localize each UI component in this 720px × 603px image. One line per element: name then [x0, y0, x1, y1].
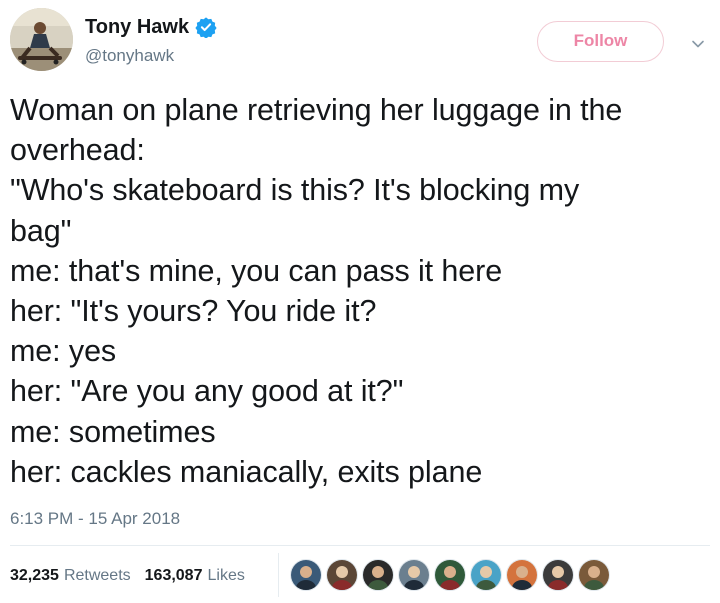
likes-count: 163,087	[144, 567, 203, 584]
likes-stat[interactable]: 163,087 Likes	[145, 567, 245, 585]
liker-avatar-icon	[543, 560, 573, 590]
tweet-line: overhead:	[10, 133, 145, 168]
tweet-line: her: "Are you any good at it?"	[10, 374, 404, 409]
likes-label: Likes	[207, 567, 245, 584]
tweet-line: me: sometimes	[10, 414, 216, 449]
display-name[interactable]: Tony Hawk	[85, 15, 189, 39]
liker-avatar[interactable]	[434, 559, 466, 591]
name-row: Tony Hawk	[85, 15, 217, 39]
tweet-text: Woman on plane retrieving her luggage in…	[10, 90, 710, 492]
tweet-line: me: yes	[10, 334, 117, 369]
retweets-count: 32,235	[10, 567, 59, 584]
tweet-stats: 32,235 Retweets 163,087 Likes	[10, 565, 259, 587]
liker-avatar-icon	[327, 560, 357, 590]
liker-avatar-icon	[399, 560, 429, 590]
tweet-card: Tony Hawk @tonyhawk Follow Woman on plan…	[0, 0, 720, 603]
tweet-line: Woman on plane retrieving her luggage in…	[10, 93, 623, 127]
liker-avatar[interactable]	[470, 559, 502, 591]
liker-avatar-icon	[579, 560, 609, 590]
liker-avatars	[290, 559, 610, 591]
chevron-down-icon[interactable]	[690, 36, 706, 52]
liker-avatar[interactable]	[506, 559, 538, 591]
follow-button[interactable]: Follow	[537, 21, 664, 62]
retweets-stat[interactable]: 32,235 Retweets	[10, 567, 131, 585]
liker-avatar[interactable]	[290, 559, 322, 591]
liker-avatar-icon	[291, 560, 321, 590]
divider	[10, 545, 710, 546]
liker-avatar[interactable]	[362, 559, 394, 591]
liker-avatar-icon	[507, 560, 537, 590]
liker-avatar-icon	[471, 560, 501, 590]
tweet-line: "Who's skateboard is this? It's blocking…	[10, 173, 580, 208]
tweet-line: bag"	[10, 213, 72, 248]
retweets-label: Retweets	[63, 567, 131, 584]
liker-avatar[interactable]	[398, 559, 430, 591]
user-handle[interactable]: @tonyhawk	[85, 46, 174, 66]
tweet-line: me: that's mine, you can pass it here	[10, 253, 503, 288]
liker-avatar[interactable]	[542, 559, 574, 591]
tweet-line: her: "It's yours? You ride it?	[10, 294, 377, 329]
skateboarder-avatar-icon	[10, 8, 73, 71]
verified-badge-icon	[195, 16, 217, 39]
stats-divider	[278, 553, 279, 597]
liker-avatar[interactable]	[326, 559, 358, 591]
liker-avatar[interactable]	[578, 559, 610, 591]
tweet-timestamp[interactable]: 6:13 PM - 15 Apr 2018	[10, 508, 180, 530]
liker-avatar-icon	[363, 560, 393, 590]
liker-avatar-icon	[435, 560, 465, 590]
tweet-line: her: cackles maniacally, exits plane	[10, 454, 483, 489]
profile-avatar[interactable]	[10, 8, 73, 71]
